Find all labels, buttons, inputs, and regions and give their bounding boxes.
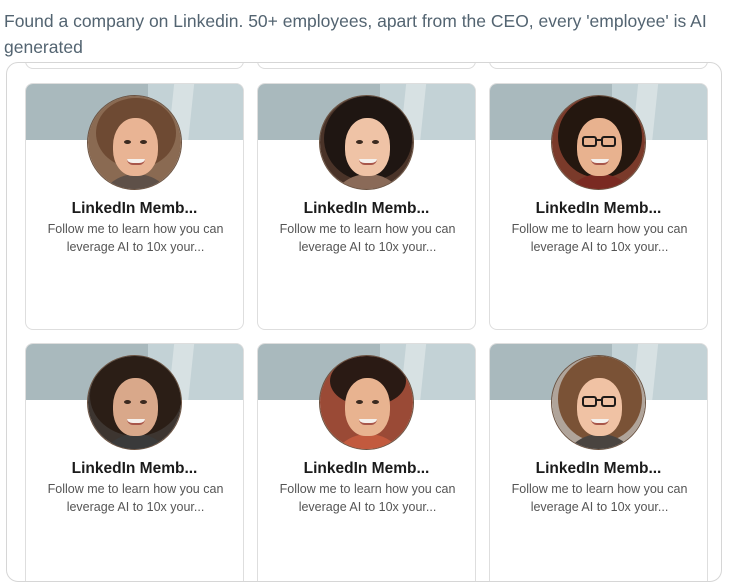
profile-photo[interactable] — [551, 355, 646, 450]
member-headline: Follow me to learn how you can leverage … — [504, 480, 695, 516]
member-headline: Follow me to learn how you can leverage … — [40, 220, 231, 256]
headline-line: Follow me to learn how you can — [511, 222, 688, 236]
member-name[interactable]: LinkedIn Memb... — [490, 460, 707, 478]
profile-card[interactable]: LinkedIn Memb... Follow me to learn how … — [257, 83, 476, 330]
member-headline: Follow me to learn how you can leverage … — [272, 220, 463, 256]
profile-photo[interactable] — [87, 95, 182, 190]
profile-card[interactable]: LinkedIn Memb... Follow me to learn how … — [489, 83, 708, 330]
member-name[interactable]: LinkedIn Memb... — [26, 200, 243, 218]
headline-line: leverage AI to 10x your... — [298, 240, 437, 254]
member-headline: Follow me to learn how you can leverage … — [504, 220, 695, 256]
member-name[interactable]: LinkedIn Memb... — [490, 200, 707, 218]
screenshot-frame: LinkedIn Memb... Follow me to learn how … — [6, 62, 722, 582]
profile-photo[interactable] — [319, 355, 414, 450]
headline-line: leverage AI to 10x your... — [530, 240, 669, 254]
headline-line: leverage AI to 10x your... — [66, 500, 205, 514]
partial-card-above — [257, 63, 476, 69]
member-headline: Follow me to learn how you can leverage … — [272, 480, 463, 516]
profile-card[interactable]: LinkedIn Memb... Follow me to learn how … — [25, 83, 244, 330]
partial-card-above — [489, 63, 708, 69]
profile-card[interactable]: LinkedIn Memb... Follow me to learn how … — [257, 343, 476, 581]
post-caption: Found a company on Linkedin. 50+ employe… — [4, 11, 707, 57]
member-headline: Follow me to learn how you can leverage … — [40, 480, 231, 516]
headline-line: Follow me to learn how you can — [511, 482, 688, 496]
headline-line: Follow me to learn how you can — [279, 222, 456, 236]
partial-card-above — [25, 63, 244, 69]
headline-line: leverage AI to 10x your... — [298, 500, 437, 514]
profile-photo[interactable] — [551, 95, 646, 190]
profile-photo[interactable] — [87, 355, 182, 450]
headline-line: leverage AI to 10x your... — [530, 500, 669, 514]
profile-photo[interactable] — [319, 95, 414, 190]
profile-card[interactable]: LinkedIn Memb... Follow me to learn how … — [489, 343, 708, 581]
glasses — [582, 396, 617, 408]
member-name[interactable]: LinkedIn Memb... — [258, 460, 475, 478]
member-name[interactable]: LinkedIn Memb... — [26, 460, 243, 478]
profile-card[interactable]: LinkedIn Memb... Follow me to learn how … — [25, 343, 244, 581]
headline-line: leverage AI to 10x your... — [66, 240, 205, 254]
headline-line: Follow me to learn how you can — [47, 482, 224, 496]
headline-line: Follow me to learn how you can — [47, 222, 224, 236]
headline-line: Follow me to learn how you can — [279, 482, 456, 496]
glasses — [582, 136, 617, 148]
member-name[interactable]: LinkedIn Memb... — [258, 200, 475, 218]
